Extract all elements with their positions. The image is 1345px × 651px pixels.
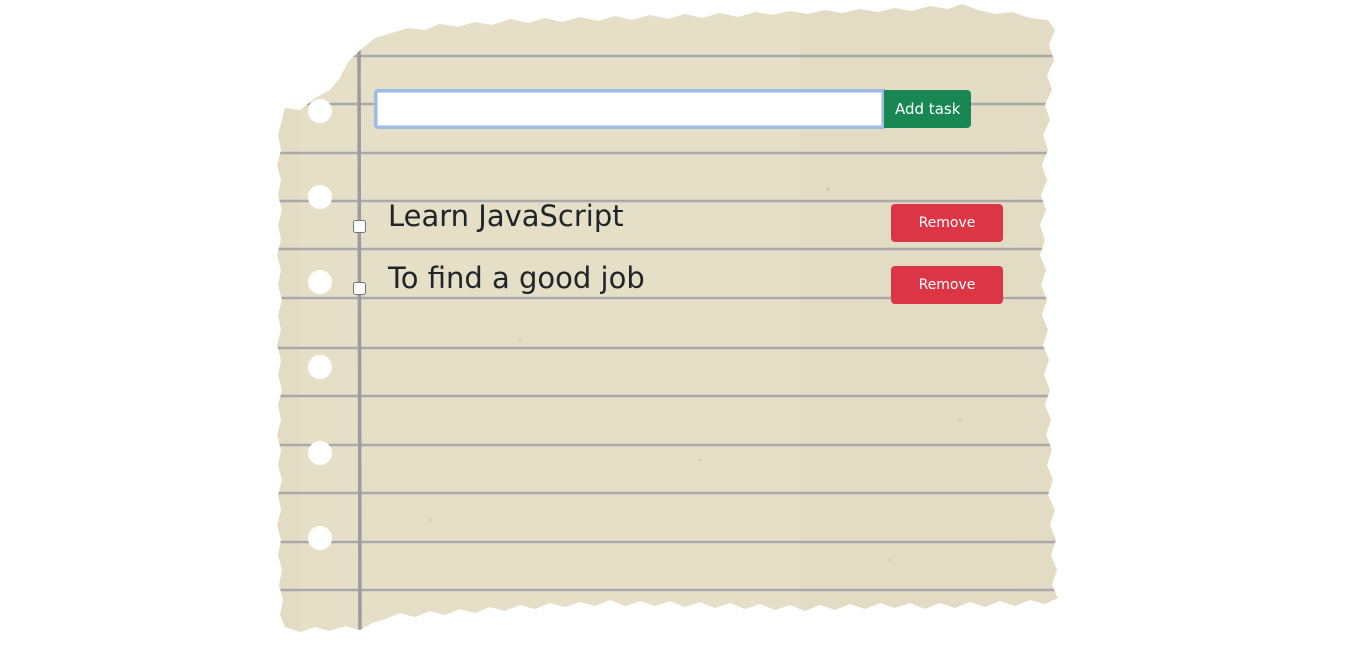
- add-task-form: Add task: [374, 89, 972, 129]
- task-checkbox[interactable]: [353, 281, 366, 295]
- task-item: To find a good job Remove: [353, 257, 1005, 319]
- task-item: Learn JavaScript Remove: [353, 195, 1005, 257]
- task-checkbox[interactable]: [353, 219, 366, 233]
- add-task-button[interactable]: Add task: [884, 90, 972, 128]
- todo-app: Add task Learn JavaScript Remove To find…: [0, 0, 1345, 651]
- remove-task-button[interactable]: Remove: [891, 204, 1003, 242]
- task-list: Learn JavaScript Remove To find a good j…: [353, 195, 1005, 319]
- new-task-input[interactable]: [374, 89, 885, 129]
- task-text: To find a good job: [388, 261, 645, 295]
- remove-task-button[interactable]: Remove: [891, 266, 1003, 304]
- task-text: Learn JavaScript: [388, 199, 624, 233]
